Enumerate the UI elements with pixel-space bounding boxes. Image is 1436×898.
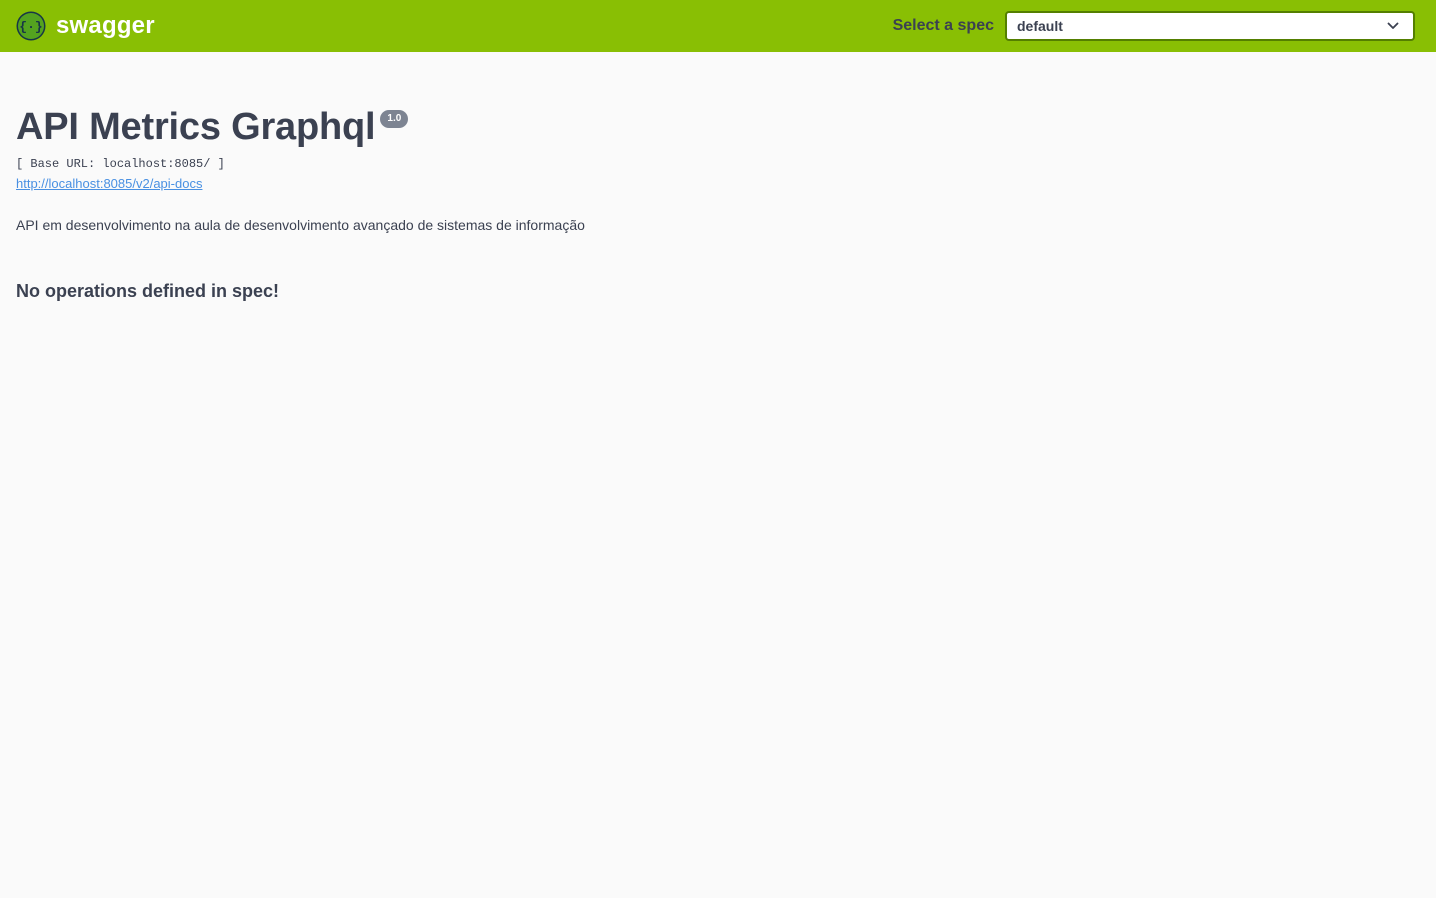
api-docs-link[interactable]: http://localhost:8085/v2/api-docs	[16, 176, 202, 192]
version-badge: 1.0	[380, 110, 409, 128]
spec-select[interactable]: default	[1005, 11, 1415, 41]
chevron-down-icon	[1387, 22, 1399, 29]
topbar: {·} swagger Select a spec default	[0, 0, 1436, 52]
select-spec-label: Select a spec	[892, 17, 994, 34]
api-info: API Metrics Graphql 1.0 [ Base URL: loca…	[16, 100, 1420, 235]
spec-select-value: default	[1017, 18, 1063, 34]
svg-text:{·}: {·}	[19, 20, 42, 35]
swagger-brand-link[interactable]: {·} swagger	[16, 11, 155, 41]
no-operations-message: No operations defined in spec!	[16, 281, 280, 301]
page-title: API Metrics Graphql	[16, 106, 376, 148]
title-row: API Metrics Graphql 1.0	[16, 100, 1420, 154]
base-url: [ Base URL: localhost:8085/ ]	[16, 157, 225, 171]
api-description: API em desenvolvimento na aula de desenv…	[16, 217, 585, 233]
swagger-logo-icon: {·}	[16, 11, 46, 41]
brand-name: swagger	[56, 12, 155, 39]
